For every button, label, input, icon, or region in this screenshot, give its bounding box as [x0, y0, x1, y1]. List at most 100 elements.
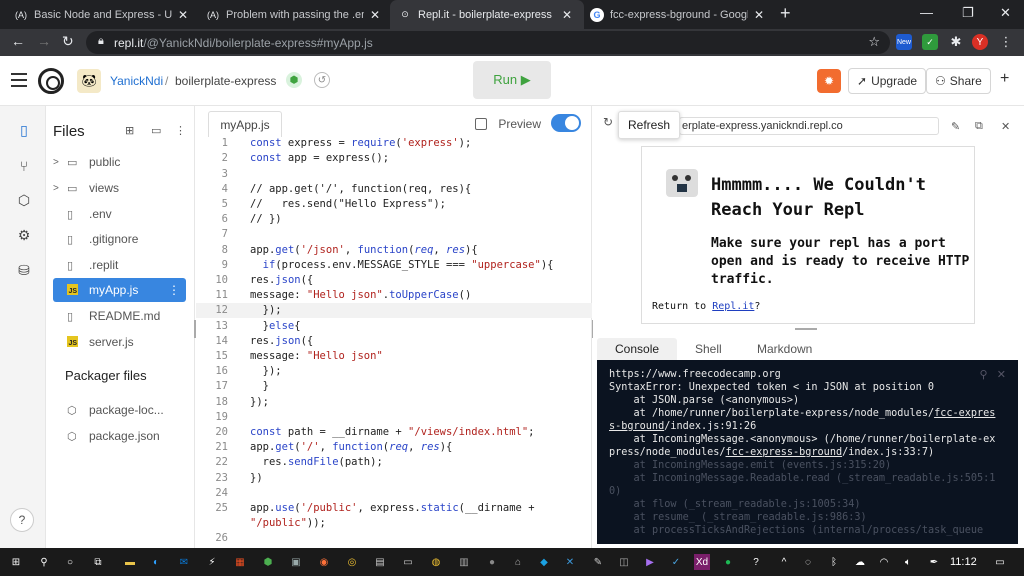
app-icon[interactable]: ▥ [456, 554, 472, 570]
edge-icon[interactable]: ◐ [148, 554, 164, 570]
editor-tab-myapp[interactable]: myApp.js [208, 111, 282, 137]
github-icon[interactable]: ● [484, 554, 500, 570]
hamburger-menu-icon[interactable] [11, 73, 27, 91]
app-icon[interactable]: ▤ [372, 554, 388, 570]
spotify-icon[interactable]: ● [720, 554, 736, 570]
return-link[interactable]: Repl.it [712, 301, 754, 312]
replit-logo[interactable] [38, 68, 64, 94]
firefox-icon[interactable]: ◉ [316, 554, 332, 570]
version-control-icon[interactable]: ⑂ [16, 158, 32, 174]
file-item-env[interactable]: ▯ .env [53, 202, 186, 226]
file-item-replit[interactable]: ▯ .replit [53, 253, 186, 277]
app-icon[interactable]: ◆ [536, 554, 552, 570]
file-item-package-lock[interactable]: ⬡ package-loc... [53, 398, 186, 422]
bluetooth-icon[interactable]: ᛒ [826, 554, 842, 570]
help-icon[interactable]: ? [748, 554, 764, 570]
windows-start-icon[interactable]: ⊞ [8, 554, 24, 570]
tab-console[interactable]: Console [597, 338, 678, 360]
packages-icon[interactable]: ⬡ [16, 192, 32, 208]
file-item-views[interactable]: > ▭ views [53, 176, 186, 200]
history-icon[interactable]: ↺ [314, 72, 330, 88]
tab-shell[interactable]: Shell [677, 338, 740, 360]
cortana-icon[interactable]: ○ [62, 554, 78, 570]
file-explorer-icon[interactable]: ▬ [122, 554, 138, 570]
new-file-icon[interactable]: ⊞ [125, 124, 134, 137]
profile-avatar[interactable]: Y [972, 34, 988, 50]
cloud-icon[interactable]: ☁ [852, 554, 868, 570]
user-avatar[interactable]: 🐼︎ [77, 69, 101, 93]
close-icon[interactable]: ✕ [370, 8, 380, 22]
browser-tab-2[interactable]: (A) Problem with passing the .env e ✕ [198, 0, 392, 29]
preview-resize-handle[interactable] [795, 328, 817, 330]
visual-studio-icon[interactable]: ▶ [642, 554, 658, 570]
extension-new-icon[interactable]: New [896, 34, 912, 50]
url-field[interactable]: 🔒︎ repl.it/@YanickNdi/boilerplate-expres… [86, 31, 890, 54]
terminal-icon[interactable]: ⚡︎ [204, 554, 220, 570]
app-icon[interactable]: ▭ [400, 554, 416, 570]
settings-gear-icon[interactable]: ⚙ [16, 227, 32, 243]
repl-name[interactable]: boilerplate-express [175, 74, 276, 88]
extension-check-icon[interactable]: ✓ [922, 34, 938, 50]
file-item-public[interactable]: > ▭ public [53, 150, 186, 174]
minimize-icon[interactable]: — [920, 5, 933, 20]
file-item-readme[interactable]: ▯ README.md [53, 304, 186, 328]
browser-tab-3[interactable]: ⊙ Repl.it - boilerplate-express ✕ [390, 0, 584, 29]
reload-icon[interactable]: ↻ [62, 33, 74, 50]
close-icon[interactable]: ✕ [754, 8, 764, 22]
open-new-window-icon[interactable]: ⧉ [975, 120, 983, 133]
refresh-icon[interactable]: ↻ [603, 115, 613, 129]
window-close-icon[interactable]: ✕ [1000, 5, 1011, 21]
app-icon[interactable]: ✓ [668, 554, 684, 570]
mail-icon[interactable]: ✉ [176, 554, 192, 570]
extensions-puzzle-icon[interactable]: ✱ [948, 34, 964, 50]
preview-toggle[interactable] [551, 114, 581, 132]
add-pane-icon[interactable]: + [1000, 70, 1009, 88]
new-folder-icon[interactable]: ▭ [151, 124, 161, 137]
xd-icon[interactable]: Xd [694, 554, 710, 570]
close-icon[interactable]: ✕ [178, 8, 188, 22]
notifications-icon[interactable]: ▭ [992, 554, 1008, 570]
file-menu-icon[interactable]: ⋮ [168, 283, 180, 297]
user-link[interactable]: YanickNdi [110, 74, 163, 88]
browser-menu-icon[interactable]: ⋮ [998, 34, 1014, 50]
search-icon[interactable]: ⚲ [36, 554, 52, 570]
office-icon[interactable]: ▦ [232, 554, 248, 570]
preview-url-field[interactable]: erplate-express.yanickndi.repl.co [679, 117, 939, 135]
restore-icon[interactable]: ❐ [962, 5, 974, 21]
app-icon[interactable]: ✎ [590, 554, 606, 570]
chrome-icon[interactable]: ◎ [344, 554, 360, 570]
forward-icon[interactable]: → [37, 33, 51, 49]
console-output[interactable]: ⚲ ✕ https://www.freecodecamp.org SyntaxE… [597, 360, 1018, 544]
wifi-icon[interactable]: ◠ [876, 554, 892, 570]
file-item-myapp[interactable]: JS myApp.js ⋮ [53, 278, 186, 302]
bookmark-star-icon[interactable]: ☆ [868, 34, 880, 50]
app-icon[interactable]: ⌂ [510, 554, 526, 570]
code-editor[interactable]: myApp.js Preview 1 const express = requir… [196, 106, 592, 548]
upgrade-button[interactable]: ➚ Upgrade [848, 68, 927, 94]
clock[interactable]: 11:12 [950, 556, 977, 568]
share-button[interactable]: ⚇ Share [926, 68, 991, 94]
files-icon[interactable]: ▯ [16, 122, 32, 138]
app-icon[interactable]: ⬢ [260, 554, 276, 570]
volume-icon[interactable]: 🔈︎ [900, 554, 916, 570]
steam-icon[interactable]: ◌ [800, 554, 816, 570]
bug-report-icon[interactable]: ✹ [817, 69, 841, 93]
files-menu-icon[interactable]: ⋮ [175, 124, 186, 137]
new-tab-icon[interactable]: + [780, 3, 791, 24]
back-icon[interactable]: ← [11, 33, 25, 49]
close-icon[interactable]: ✕ [562, 8, 572, 22]
file-item-gitignore[interactable]: ▯ .gitignore [53, 227, 186, 251]
task-view-icon[interactable]: ⧉ [90, 554, 106, 570]
database-icon[interactable]: ⛁ [16, 262, 32, 278]
file-item-server[interactable]: JS server.js [53, 330, 186, 354]
run-button[interactable]: Run ▶ [473, 61, 551, 99]
tab-markdown[interactable]: Markdown [739, 338, 830, 360]
edit-icon[interactable]: ✎ [951, 120, 960, 133]
pen-icon[interactable]: ✒ [926, 554, 942, 570]
browser-tab-1[interactable]: (A) Basic Node and Express - Use the ✕ [6, 0, 200, 29]
browser-tab-4[interactable]: G fcc-express-bground - Google Se ✕ [582, 0, 776, 29]
file-item-package-json[interactable]: ⬡ package.json [53, 424, 186, 448]
app-icon[interactable]: ◫ [616, 554, 632, 570]
vscode-icon[interactable]: ✕ [562, 554, 578, 570]
photos-icon[interactable]: ▣ [288, 554, 304, 570]
